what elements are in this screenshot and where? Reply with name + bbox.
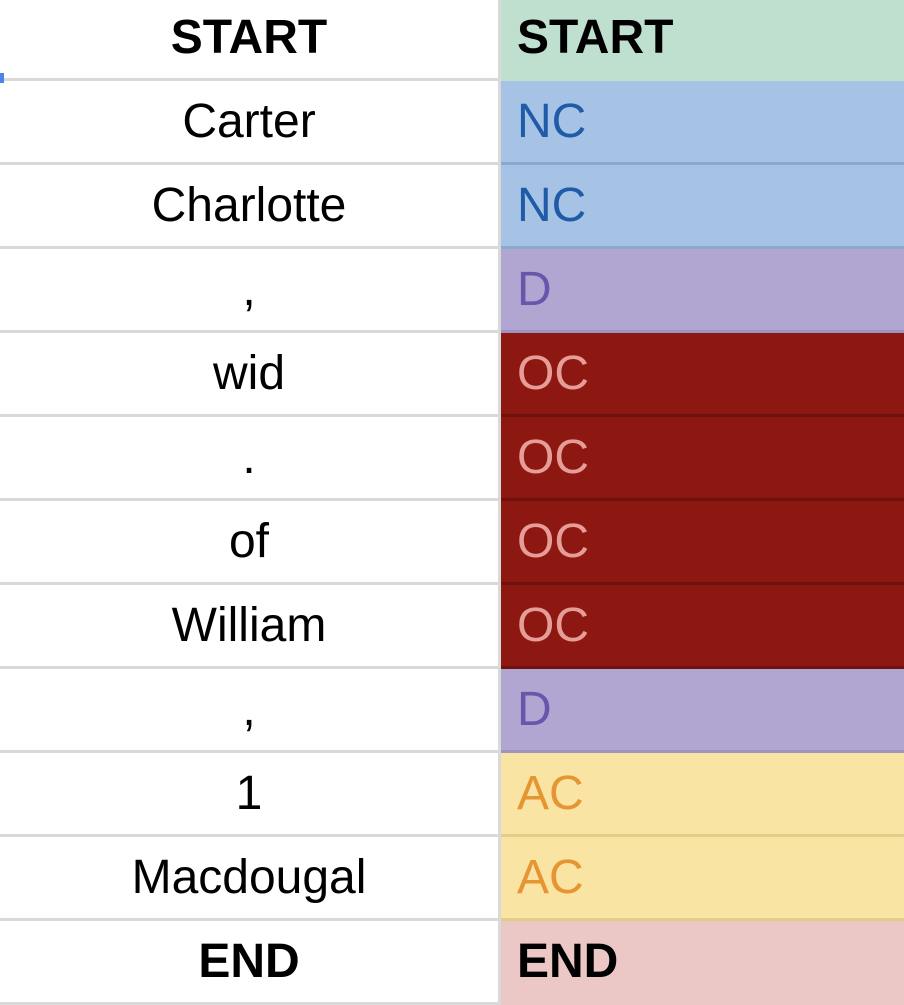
- table-row: END END: [0, 921, 904, 1005]
- spreadsheet-grid: START START Carter NC Charlotte NC, Dwid OC. OC o…: [0, 0, 904, 1005]
- label-cell[interactable]: D: [501, 669, 904, 753]
- table-row: Charlotte NC: [0, 165, 904, 249]
- token-cell[interactable]: Carter: [0, 81, 501, 165]
- table-row: ,D: [0, 249, 904, 333]
- table-row: START START: [0, 0, 904, 81]
- label-cell[interactable]: AC: [501, 837, 904, 921]
- token-cell[interactable]: William: [0, 585, 501, 669]
- label-cell[interactable]: OC: [501, 501, 904, 585]
- label-cell[interactable]: D: [501, 249, 904, 333]
- token-cell[interactable]: .: [0, 417, 501, 501]
- token-cell[interactable]: Macdougal: [0, 837, 501, 921]
- token-cell[interactable]: of: [0, 501, 501, 585]
- token-cell[interactable]: ,: [0, 249, 501, 333]
- token-cell[interactable]: END: [0, 921, 501, 1005]
- table-row: Carter NC: [0, 81, 904, 165]
- table-row: 1 AC: [0, 753, 904, 837]
- table-row: William OC: [0, 585, 904, 669]
- table-row: Macdougal AC: [0, 837, 904, 921]
- token-cell[interactable]: 1: [0, 753, 501, 837]
- label-cell[interactable]: END: [501, 921, 904, 1005]
- label-cell[interactable]: OC: [501, 417, 904, 501]
- selection-handle[interactable]: [0, 73, 4, 83]
- label-cell[interactable]: START: [501, 0, 904, 81]
- table-row: ,D: [0, 669, 904, 753]
- table-row: of OC: [0, 501, 904, 585]
- label-cell[interactable]: NC: [501, 81, 904, 165]
- label-cell[interactable]: OC: [501, 333, 904, 417]
- table-row: wid OC: [0, 333, 904, 417]
- token-cell[interactable]: wid: [0, 333, 501, 417]
- table-row: . OC: [0, 417, 904, 501]
- label-cell[interactable]: AC: [501, 753, 904, 837]
- token-cell[interactable]: Charlotte: [0, 165, 501, 249]
- token-cell[interactable]: START: [0, 0, 501, 81]
- label-cell[interactable]: OC: [501, 585, 904, 669]
- label-cell[interactable]: NC: [501, 165, 904, 249]
- token-cell[interactable]: ,: [0, 669, 501, 753]
